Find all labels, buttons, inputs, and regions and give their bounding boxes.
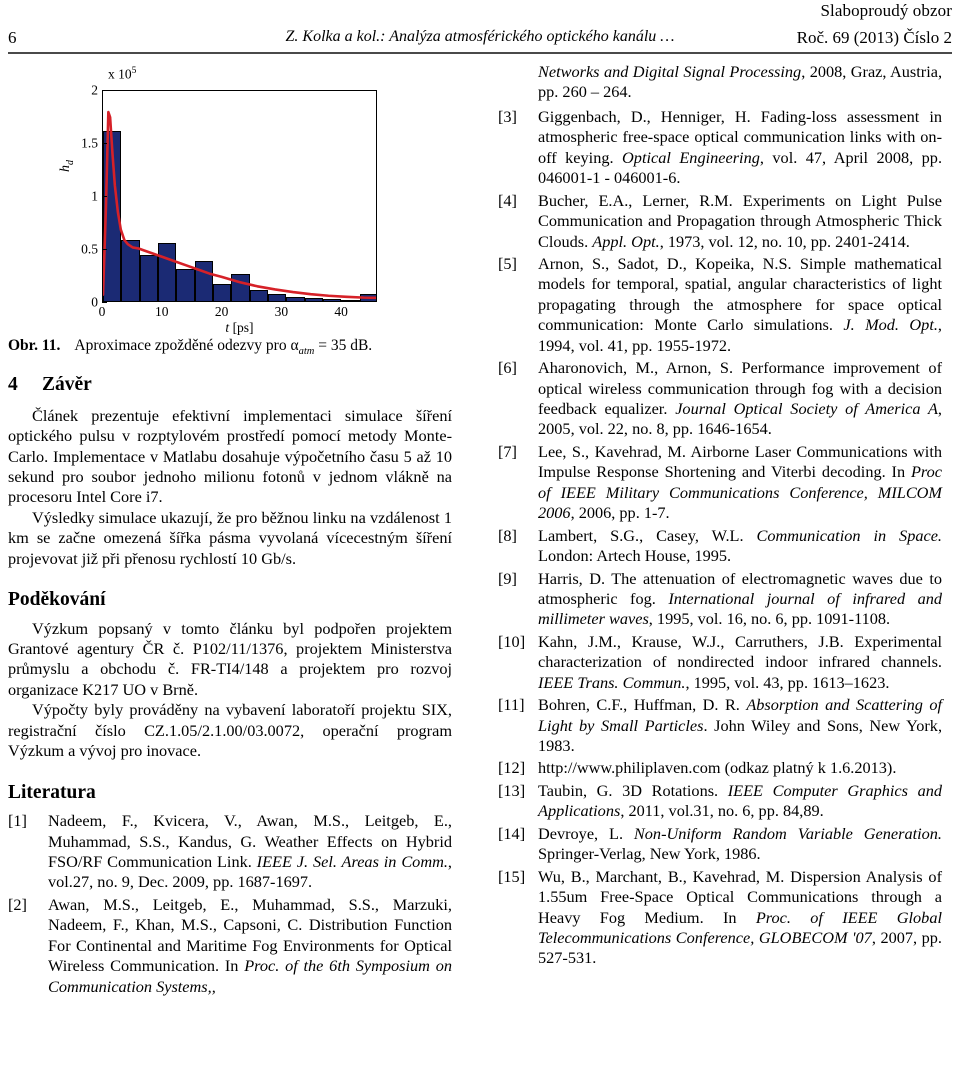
reference-item: [8] Lambert, S.G., Casey, W.L. Communicat… (498, 526, 942, 567)
reference-text: http://www.philiplaven.com (odkaz platný… (538, 758, 897, 778)
y-tick-mark (102, 196, 107, 198)
reference-item: [11] Bohren, C.F., Huffman, D. R. Absorpt… (498, 695, 942, 756)
reference-text: Bucher, E.A., Lerner, R.M. Experiments o… (538, 190, 942, 251)
fit-curve (103, 110, 376, 300)
reference-list-left: [1] Nadeem, F., Kvicera, V., Awan, M.S., … (8, 811, 452, 997)
y-axis-exponent-label: x 105 (108, 66, 137, 82)
reference-text: Nadeem, F., Kvicera, V., Awan, M.S., Lei… (48, 811, 452, 892)
right-column: Networks and Digital Signal Processing, … (498, 62, 942, 971)
reference-item: [4] Bucher, E.A., Lerner, R.M. Experiment… (498, 191, 942, 252)
reference-continuation: Networks and Digital Signal Processing, … (498, 62, 942, 103)
acknowledgement-paragraph-1: Výzkum popsaný v tomto článku byl podpoř… (8, 618, 452, 699)
reference-item: [9] Harris, D. The attenuation of electro… (498, 569, 942, 630)
reference-label: [2] (8, 894, 27, 914)
reference-label: [14] (498, 823, 526, 843)
y-tick-label: 1 (91, 188, 98, 204)
reference-item: [5] Arnon, S., Sadot, D., Kopeika, N.S. S… (498, 254, 942, 356)
section-number: 4 (8, 374, 18, 396)
reference-item: [3] Giggenbach, D., Henniger, H. Fading-l… (498, 107, 942, 189)
reference-text: Wu, B., Marchant, B., Kavehrad, M. Dispe… (538, 866, 942, 968)
reference-item: [15] Wu, B., Marchant, B., Kavehrad, M. D… (498, 867, 942, 969)
x-tick-label: 20 (214, 304, 229, 319)
reference-text: Giggenbach, D., Henniger, H. Fading-loss… (538, 106, 943, 188)
reference-item: [10] Kahn, J.M., Krause, W.J., Carruthers… (498, 632, 942, 693)
reference-label: [7] (498, 441, 517, 461)
chart-histogram-delayed-response: x 105 hd 0 0.5 1 1.5 2 0 10 20 30 40 t [ps] (58, 62, 392, 335)
reference-item: [13] Taubin, G. 3D Rotations. IEEE Comput… (498, 781, 942, 822)
y-axis-tick-labels: 0 0.5 1 1.5 2 (62, 83, 98, 308)
reference-label: [11] (498, 695, 525, 715)
reference-text: Arnon, S., Sadot, D., Kopeika, N.S. Simp… (538, 253, 942, 355)
reference-label: [9] (498, 568, 517, 588)
y-tick-mark (102, 302, 107, 304)
section-heading-acknowledgement: Poděkování (8, 589, 106, 611)
conclusion-paragraph-1: Článek prezentuje efektivní implementaci… (8, 405, 452, 507)
reference-label: [13] (498, 780, 526, 800)
reference-text: Networks and Digital Signal Processing, … (538, 62, 943, 102)
x-tick-label: 30 (274, 304, 289, 319)
y-tick-mark (102, 143, 107, 145)
figure-11: x 105 hd 0 0.5 1 1.5 2 0 10 20 30 40 t [ps] Obr.… (8, 62, 452, 358)
page-body: x 105 hd 0 0.5 1 1.5 2 0 10 20 30 40 t [ps] Obr.… (0, 62, 960, 1080)
figure-caption-post: = 35 dB. (314, 337, 373, 354)
plot-area (102, 90, 377, 302)
reference-label: [3] (498, 106, 517, 126)
x-tick-label: 10 (155, 304, 169, 319)
reference-text: Taubin, G. 3D Rotations. IEEE Computer G… (538, 780, 942, 821)
left-column: x 105 hd 0 0.5 1 1.5 2 0 10 20 30 40 t [ps] Obr.… (8, 62, 452, 999)
reference-label: [5] (498, 253, 517, 273)
issue-info: Roč. 69 (2013) Číslo 2 (796, 28, 952, 47)
y-tick-mark (102, 90, 107, 92)
reference-label: [10] (498, 631, 526, 651)
section-heading-conclusion: 4 Závěr (8, 374, 452, 395)
conclusion-paragraph-2: Výsledky simulace ukazují, že pro běžnou… (8, 507, 452, 568)
reference-text: Lee, S., Kavehrad, M. Airborne Laser Com… (538, 441, 942, 523)
reference-text: Kahn, J.M., Krause, W.J., Carruthers, J.… (538, 631, 942, 692)
reference-item: [2] Awan, M.S., Leitgeb, E., Muhammad, S.… (8, 895, 452, 997)
figure-number: Obr. 11. (8, 337, 61, 354)
journal-title: Slaboproudý obzor (820, 1, 952, 20)
reference-text: Bohren, C.F., Huffman, D. R. Absorption … (538, 695, 943, 755)
header-divider (8, 52, 952, 54)
y-tick-label: 2 (91, 82, 98, 98)
y-tick-label: 0 (91, 294, 98, 310)
reference-item: [1] Nadeem, F., Kvicera, V., Awan, M.S., … (8, 811, 452, 893)
reference-list-right: [3] Giggenbach, D., Henniger, H. Fading-l… (498, 107, 942, 969)
figure-caption-subscript: atm (298, 346, 315, 358)
reference-item: [14] Devroye, L. Non-Uniform Random Varia… (498, 824, 942, 865)
x-tick-label: 0 (98, 304, 106, 319)
reference-item: [6] Aharonovich, M., Arnon, S. Performanc… (498, 358, 942, 440)
section-heading-literature: Literatura (8, 781, 96, 803)
x-axis-title: t [ps] (225, 320, 254, 335)
reference-label: [12] (498, 758, 526, 778)
y-tick-mark (102, 249, 107, 251)
reference-label: [6] (498, 358, 517, 378)
page-header: Slaboproudý obzor 6 Z. Kolka a kol.: Ana… (0, 0, 960, 56)
reference-label: [4] (498, 190, 517, 210)
reference-text: Harris, D. The attenuation of electromag… (538, 568, 943, 629)
reference-label: [1] (8, 811, 27, 831)
reference-text: Awan, M.S., Leitgeb, E., Muhammad, S.S.,… (48, 894, 452, 996)
acknowledgement-paragraph-2: Výpočty byly prováděny na vybavení labor… (8, 700, 452, 761)
x-tick-label: 40 (334, 304, 348, 319)
section-title: Závěr (42, 374, 92, 396)
figure-caption: Obr. 11. Aproximace zpožděné odezvy pro α… (8, 336, 452, 358)
y-tick-label: 1.5 (81, 135, 98, 151)
reference-label: [8] (498, 525, 517, 545)
reference-label: [15] (498, 866, 526, 886)
reference-text: Devroye, L. Non-Uniform Random Variable … (538, 823, 942, 864)
reference-item: [7] Lee, S., Kavehrad, M. Airborne Laser … (498, 442, 942, 524)
reference-item: [12] http://www.philiplaven.com (odkaz pl… (498, 758, 942, 778)
figure-caption-pre: Aproximace zpožděné odezvy pro α (74, 337, 299, 354)
reference-text: Lambert, S.G., Casey, W.L. Communication… (538, 525, 942, 566)
y-tick-label: 0.5 (81, 241, 98, 257)
reference-text: Aharonovich, M., Arnon, S. Performance i… (538, 358, 942, 439)
